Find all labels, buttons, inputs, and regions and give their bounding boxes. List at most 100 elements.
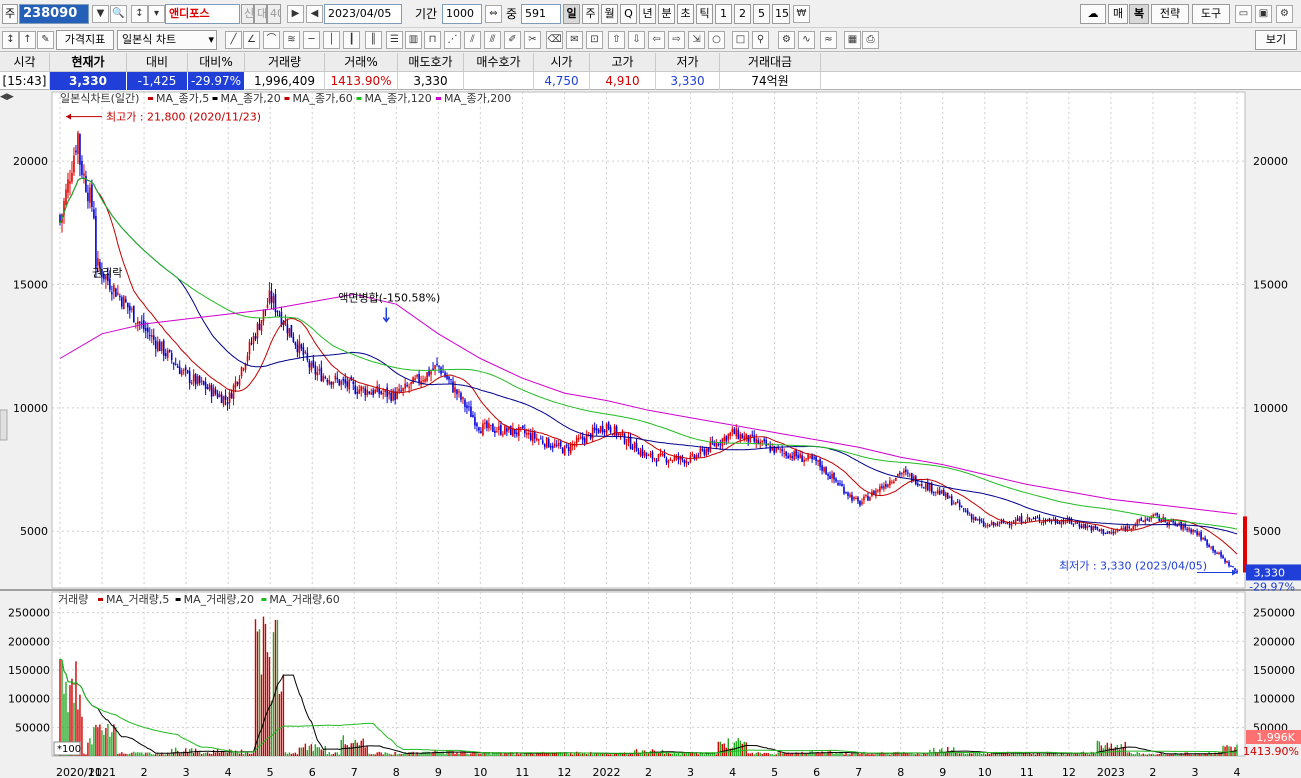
right-arrow-icon[interactable]: ⇨: [668, 31, 685, 49]
up-arrow-icon[interactable]: ⇧: [608, 31, 625, 49]
date-input[interactable]: 2023/04/05: [324, 4, 402, 24]
sort-icon[interactable]: ↕: [131, 5, 148, 23]
settings-icon[interactable]: ⚙: [1276, 5, 1293, 23]
interval-button-10[interactable]: 5: [753, 4, 770, 24]
candle-body: [502, 434, 504, 436]
channel-icon[interactable]: ≋: [283, 31, 300, 49]
interval-button-11[interactable]: 15: [772, 4, 790, 24]
down-arrow-icon[interactable]: ⇩: [628, 31, 645, 49]
search-icon[interactable]: 🔍: [110, 5, 127, 23]
eraser-icon[interactable]: ⌫: [546, 31, 563, 49]
vbar-icon[interactable]: ┃: [343, 31, 360, 49]
updown-icon[interactable]: ↕: [2, 31, 19, 49]
folder-icon[interactable]: ▭: [1235, 5, 1252, 23]
candle-body: [348, 379, 351, 390]
wave-icon[interactable]: ∿: [798, 31, 815, 49]
market-select[interactable]: 주: [2, 4, 18, 24]
gann-icon[interactable]: ⫻: [484, 31, 501, 49]
buy-button[interactable]: 매: [1108, 4, 1128, 24]
interval-button-0[interactable]: 일: [563, 4, 580, 24]
fib-icon[interactable]: ▥: [405, 31, 422, 49]
volume-bar: [1158, 754, 1160, 756]
interval-button-4[interactable]: 년: [639, 4, 656, 24]
candle-body: [887, 484, 889, 488]
value-volume-pct: 1413.90%: [325, 72, 398, 90]
y-tick-label-left: 5000: [20, 525, 48, 538]
volume-bar: [980, 753, 983, 756]
zoom-input[interactable]: 591: [521, 4, 561, 24]
candle-body: [492, 423, 494, 432]
lines-icon[interactable]: ☰: [386, 31, 403, 49]
rect-icon[interactable]: □: [732, 31, 749, 49]
hline-icon[interactable]: ─: [303, 31, 320, 49]
x-tick-label: 6: [309, 766, 316, 778]
circle-icon[interactable]: ○: [708, 31, 725, 49]
approx-icon[interactable]: ≈: [820, 31, 837, 49]
left-arrow-icon[interactable]: ⇦: [648, 31, 665, 49]
volume-bar: [340, 739, 342, 756]
volume-bar: [326, 754, 329, 756]
volume-bar: [1166, 754, 1168, 756]
pen-icon[interactable]: ✐: [504, 31, 521, 49]
candle-body: [490, 424, 492, 426]
price-indicator-button[interactable]: 가격지표: [56, 30, 114, 50]
trend-icon[interactable]: ⋰: [444, 31, 461, 49]
play-left-icon[interactable]: ◀: [306, 5, 323, 23]
candle-body: [1130, 528, 1133, 530]
edit-icon[interactable]: ✎: [37, 31, 54, 49]
line-icon[interactable]: ╱: [225, 31, 242, 49]
candle-body: [777, 447, 779, 449]
interval-button-5[interactable]: 분: [658, 4, 675, 24]
strategy-button[interactable]: 전략: [1151, 4, 1189, 24]
dropdown-arrow-icon[interactable]: ▼: [92, 5, 109, 23]
volume-bar: [913, 754, 915, 756]
candle-body: [687, 462, 690, 464]
grid-icon[interactable]: ║: [365, 31, 382, 49]
cut-icon[interactable]: ✂: [524, 31, 541, 49]
volume-bar: [240, 749, 243, 756]
interval-button-1[interactable]: 주: [582, 4, 599, 24]
interval-button-2[interactable]: 월: [601, 4, 618, 24]
table-icon[interactable]: ▦: [844, 31, 861, 49]
angle-icon[interactable]: ∠: [243, 31, 260, 49]
volume-bar: [599, 753, 602, 756]
chevron-down-icon[interactable]: ▾: [148, 5, 165, 23]
won-icon[interactable]: ₩: [793, 5, 810, 23]
period-input[interactable]: 1000: [442, 4, 482, 24]
interval-button-3[interactable]: Q: [620, 4, 637, 24]
stock-name-field[interactable]: 앤디포스: [165, 4, 240, 24]
volume-bar: [374, 754, 376, 756]
magnify-icon[interactable]: ⚲: [752, 31, 769, 49]
export-icon[interactable]: ⇲: [688, 31, 705, 49]
candle-body: [815, 456, 817, 462]
arc-icon[interactable]: ⌒: [263, 31, 280, 49]
candle-body: [266, 304, 269, 308]
interval-button-9[interactable]: 2: [734, 4, 751, 24]
mail-icon[interactable]: ✉: [566, 31, 583, 49]
interval-button-8[interactable]: 1: [715, 4, 732, 24]
config-icon[interactable]: ⚙: [778, 31, 795, 49]
box-icon[interactable]: ⊡: [586, 31, 603, 49]
interval-button-7[interactable]: 틱: [696, 4, 713, 24]
multi-button[interactable]: 복: [1129, 4, 1149, 24]
vline-icon[interactable]: │: [323, 31, 340, 49]
view-button[interactable]: 보기: [1255, 30, 1297, 50]
cloud-icon[interactable]: ☁: [1080, 4, 1106, 24]
x-tick-label: 10: [978, 766, 992, 778]
stock-code-input[interactable]: 238090: [19, 4, 89, 24]
candle-body: [1212, 546, 1214, 551]
chart-type-select[interactable]: 일본식 차트 ▾: [117, 30, 217, 50]
header-volume-pct: 거래%: [325, 53, 398, 72]
period-icon[interactable]: ⊓: [424, 31, 441, 49]
candle-body: [954, 502, 957, 505]
print-icon[interactable]: ⎙: [862, 31, 879, 49]
volume-bar: [990, 753, 993, 756]
tools-button[interactable]: 도구: [1192, 4, 1230, 24]
parallel-icon[interactable]: ⫽: [464, 31, 481, 49]
play-right-icon[interactable]: ▶: [287, 5, 304, 23]
zoom-icon[interactable]: ⇔: [485, 5, 502, 23]
volume-bar: [171, 748, 173, 756]
interval-button-6[interactable]: 초: [677, 4, 694, 24]
save-icon[interactable]: ▣: [1255, 5, 1272, 23]
arrow-icon[interactable]: ↑: [19, 31, 36, 49]
